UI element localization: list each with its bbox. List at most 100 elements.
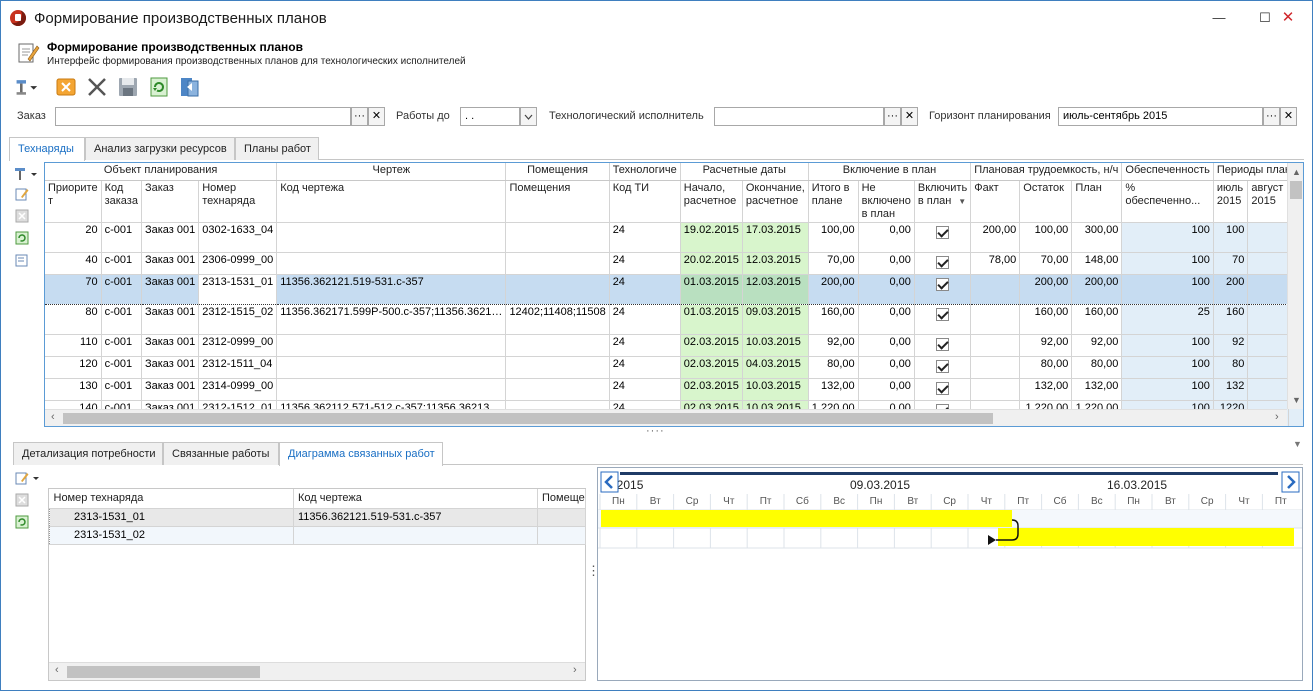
table-row[interactable]: 110 с-001 Заказ 001 2312-0999_00 24 02.03.201… — [45, 334, 1303, 357]
linked-works-gantt[interactable]: 13.2015 09.03.2015 16.03.2015 Пн Вт Ср Чт Пт Сб В… — [597, 467, 1303, 681]
table-row[interactable]: 40 с-001 Заказ 001 2306-0999_00 24 20.02.2015… — [45, 252, 1303, 275]
linked-works-tree[interactable]: Номер технаряда Код чертежа Помещен 2313… — [49, 489, 586, 545]
cell-jul[interactable]: 92 — [1213, 334, 1249, 357]
column-header-priority[interactable]: Приорите т — [45, 180, 102, 223]
export-icon[interactable] — [178, 75, 202, 99]
grid-horizontal-scroll-thumb[interactable] — [63, 413, 993, 424]
cell-start[interactable]: 19.02.2015 — [680, 222, 743, 253]
executor-clear-button[interactable]: ✕ — [901, 107, 918, 126]
cell-rest[interactable]: 70,00 — [1019, 252, 1073, 275]
grid-vertical-scroll-thumb[interactable] — [1290, 181, 1302, 199]
cell-order[interactable]: Заказ 001 — [141, 378, 200, 401]
tree-horizontal-scrollbar[interactable]: ‹ › — [49, 662, 585, 680]
tab-work-plans[interactable]: Планы работ — [235, 137, 319, 160]
edit-icon[interactable] — [15, 471, 41, 485]
cell-order[interactable]: Заказ 001 — [141, 273, 200, 305]
cell-priority[interactable]: 130 — [45, 378, 102, 401]
works-until-date-input[interactable]: . . — [460, 107, 520, 126]
tab-resource-load[interactable]: Анализ загрузки ресурсов — [85, 137, 235, 160]
cell-rooms[interactable] — [505, 252, 610, 275]
cell-pct[interactable]: 100 — [1121, 356, 1214, 379]
gantt-prev-button[interactable] — [600, 471, 619, 493]
cell-ti[interactable]: 24 — [609, 252, 681, 275]
cell-total[interactable]: 100,00 — [808, 222, 859, 253]
cell-plan[interactable]: 160,00 — [1071, 304, 1123, 335]
include-in-plan-cell[interactable] — [914, 252, 972, 275]
works-until-dropdown-button[interactable] — [520, 107, 537, 126]
cell-fact[interactable] — [970, 378, 1021, 401]
tools-icon[interactable] — [14, 167, 40, 181]
tree-scroll-thumb[interactable] — [67, 666, 260, 678]
include-in-plan-cell[interactable] — [914, 334, 972, 357]
horizon-clear-button[interactable]: ✕ — [1280, 107, 1297, 126]
cell-fact[interactable] — [970, 273, 1021, 305]
cell-excluded[interactable]: 0,00 — [858, 304, 915, 335]
cell-order-code[interactable]: с-001 — [101, 356, 142, 379]
column-header-end-calc[interactable]: Окончание, расчетное — [742, 180, 809, 223]
horizon-ellipsis-button[interactable]: ··· — [1263, 107, 1280, 126]
cell-pct[interactable]: 100 — [1121, 273, 1214, 305]
column-header-plan[interactable]: План — [1071, 180, 1123, 223]
cell-plan[interactable]: 200,00 — [1071, 273, 1123, 305]
cell-plan[interactable]: 92,00 — [1071, 334, 1123, 357]
cell-rest[interactable]: 80,00 — [1019, 356, 1073, 379]
cell-excluded[interactable]: 0,00 — [858, 334, 915, 357]
horizon-input[interactable]: июль-сентябрь 2015 — [1058, 107, 1263, 126]
include-in-plan-cell[interactable] — [914, 304, 972, 335]
cell-drawing[interactable] — [276, 334, 507, 357]
cell-pct[interactable]: 100 — [1121, 334, 1214, 357]
cell-plan[interactable]: 80,00 — [1071, 356, 1123, 379]
cell-priority[interactable]: 110 — [45, 334, 102, 357]
cell-order-code[interactable]: с-001 — [101, 273, 142, 305]
cell-order-code[interactable]: с-001 — [101, 304, 142, 335]
cell-jul[interactable]: 200 — [1213, 273, 1249, 305]
cell-start[interactable]: 02.03.2015 — [680, 356, 743, 379]
cell-drawing[interactable]: 11356.362121.519-531.с-357 — [276, 273, 507, 305]
cell-rooms[interactable] — [505, 378, 610, 401]
cell-order[interactable]: Заказ 001 — [141, 304, 200, 335]
cell-excluded[interactable]: 0,00 — [858, 222, 915, 253]
column-header-total-in-plan[interactable]: Итого в плане — [808, 180, 859, 223]
include-in-plan-checkbox[interactable] — [936, 359, 950, 373]
grid-horizontal-scrollbar[interactable]: ‹ › — [45, 409, 1287, 426]
cell-tn[interactable]: 2312-1515_02 — [198, 304, 278, 335]
cell-aug[interactable] — [1247, 356, 1289, 379]
cell-ti[interactable]: 24 — [609, 356, 681, 379]
tree-row[interactable]: 2313-1531_01 11356.362121.519-531.с-357 — [49, 508, 586, 527]
column-header-fact[interactable]: Факт — [970, 180, 1021, 223]
cell-pct[interactable]: 100 — [1121, 252, 1214, 275]
cell-jul[interactable]: 160 — [1213, 304, 1249, 335]
cell-jul[interactable]: 100 — [1213, 222, 1249, 253]
column-header-ti-code[interactable]: Код ТИ — [609, 180, 681, 223]
remove-icon[interactable] — [15, 209, 29, 223]
cell-tn[interactable]: 2312-1511_04 — [198, 356, 278, 379]
tree-row[interactable]: 2313-1531_02 — [49, 526, 586, 545]
cell-end[interactable]: 04.03.2015 — [742, 356, 809, 379]
cell-drawing[interactable]: 11356.362171.599Р-500.с-357;11356.3621… — [276, 304, 507, 335]
include-in-plan-checkbox[interactable] — [936, 381, 950, 395]
close-button[interactable]: ✕ — [1265, 5, 1311, 31]
edit-list-icon[interactable] — [15, 253, 29, 267]
column-header-tn[interactable]: Номер технаряда — [49, 489, 294, 509]
cell-aug[interactable] — [1247, 222, 1289, 253]
tab-linked-works-diagram[interactable]: Диаграмма связанных работ — [279, 442, 443, 466]
cell-tn[interactable]: 2314-0999_00 — [198, 378, 278, 401]
cell-priority[interactable]: 20 — [45, 222, 102, 253]
refresh-icon[interactable] — [147, 75, 171, 99]
cell-total[interactable]: 160,00 — [808, 304, 859, 335]
cell-aug[interactable] — [1247, 273, 1289, 305]
cell-rest[interactable]: 92,00 — [1019, 334, 1073, 357]
cell-rest[interactable]: 160,00 — [1019, 304, 1073, 335]
cell-end[interactable]: 17.03.2015 — [742, 222, 809, 253]
cell-excluded[interactable]: 0,00 — [858, 356, 915, 379]
table-row[interactable]: 80 с-001 Заказ 001 2312-1515_02 11356.362171… — [45, 304, 1303, 335]
column-header-drawing-code[interactable]: Код чертежа — [276, 180, 507, 223]
cell-order[interactable]: Заказ 001 — [141, 252, 200, 275]
tab-linked-works[interactable]: Связанные работы — [163, 442, 279, 465]
cell-ti[interactable]: 24 — [609, 378, 681, 401]
horizontal-splitter[interactable]: ···· — [646, 425, 665, 437]
order-input[interactable] — [55, 107, 351, 126]
cell-start[interactable]: 01.03.2015 — [680, 273, 743, 305]
cell-end[interactable]: 12.03.2015 — [742, 252, 809, 275]
column-header-order-code[interactable]: Код заказа — [101, 180, 142, 223]
